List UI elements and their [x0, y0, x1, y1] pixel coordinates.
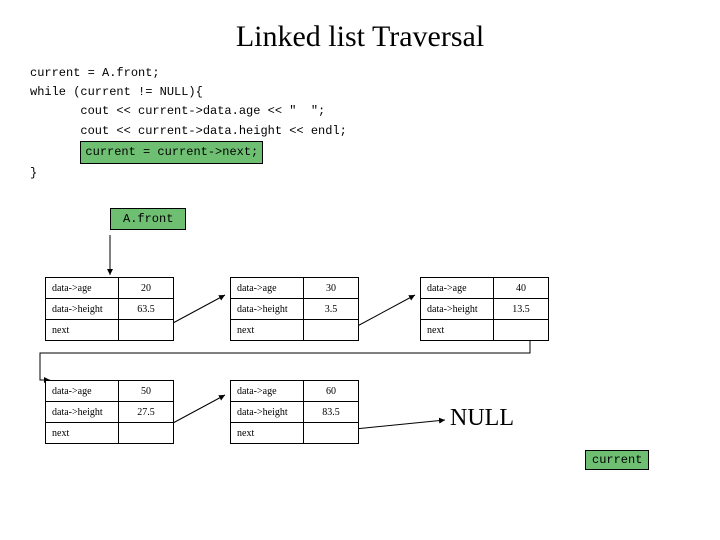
node-value-height: 3.5 — [304, 299, 359, 320]
node-field-next: next — [46, 423, 119, 444]
node-value-height: 27.5 — [119, 402, 174, 423]
node-value-age: 50 — [119, 381, 174, 402]
node-next-cell — [304, 423, 359, 444]
node-field-height: data->height — [231, 402, 304, 423]
node-field-height: data->height — [46, 402, 119, 423]
node-field-age: data->age — [231, 278, 304, 299]
node-1: data->age20 data->height63.5 next — [45, 277, 174, 341]
node-field-next: next — [231, 423, 304, 444]
front-pointer-box: A.front — [110, 208, 186, 230]
null-label: NULL — [450, 405, 514, 432]
node-3: data->age40 data->height13.5 next — [420, 277, 549, 341]
node-field-next: next — [46, 320, 119, 341]
node-value-height: 83.5 — [304, 402, 359, 423]
node-next-cell — [304, 320, 359, 341]
node-value-height: 63.5 — [119, 299, 174, 320]
code-line-2: while (current != NULL){ — [30, 83, 690, 102]
node-field-age: data->age — [46, 278, 119, 299]
slide-title: Linked list Traversal — [30, 20, 690, 54]
node-value-age: 20 — [119, 278, 174, 299]
node-next-cell — [119, 320, 174, 341]
node-field-height: data->height — [46, 299, 119, 320]
node-field-next: next — [231, 320, 304, 341]
node-4: data->age50 data->height27.5 next — [45, 380, 174, 444]
node-value-height: 13.5 — [494, 299, 549, 320]
node-value-age: 30 — [304, 278, 359, 299]
node-value-age: 40 — [494, 278, 549, 299]
node-field-age: data->age — [231, 381, 304, 402]
code-line-5: current = current->next; — [30, 141, 690, 164]
node-field-height: data->height — [421, 299, 494, 320]
node-value-age: 60 — [304, 381, 359, 402]
current-pointer-box: current — [585, 450, 649, 470]
code-line-6: } — [30, 164, 690, 183]
code-block: current = A.front; while (current != NUL… — [30, 64, 690, 183]
node-field-age: data->age — [421, 278, 494, 299]
node-next-cell — [494, 320, 549, 341]
code-line-3: cout << current->data.age << " "; — [30, 102, 690, 121]
code-highlight: current = current->next; — [80, 141, 263, 164]
node-2: data->age30 data->height3.5 next — [230, 277, 359, 341]
code-line-4: cout << current->data.height << endl; — [30, 122, 690, 141]
node-field-next: next — [421, 320, 494, 341]
code-line-1: current = A.front; — [30, 64, 690, 83]
node-field-age: data->age — [46, 381, 119, 402]
node-field-height: data->height — [231, 299, 304, 320]
linked-list-diagram: data->age20 data->height63.5 next data->… — [30, 235, 690, 505]
node-5: data->age60 data->height83.5 next — [230, 380, 359, 444]
node-next-cell — [119, 423, 174, 444]
